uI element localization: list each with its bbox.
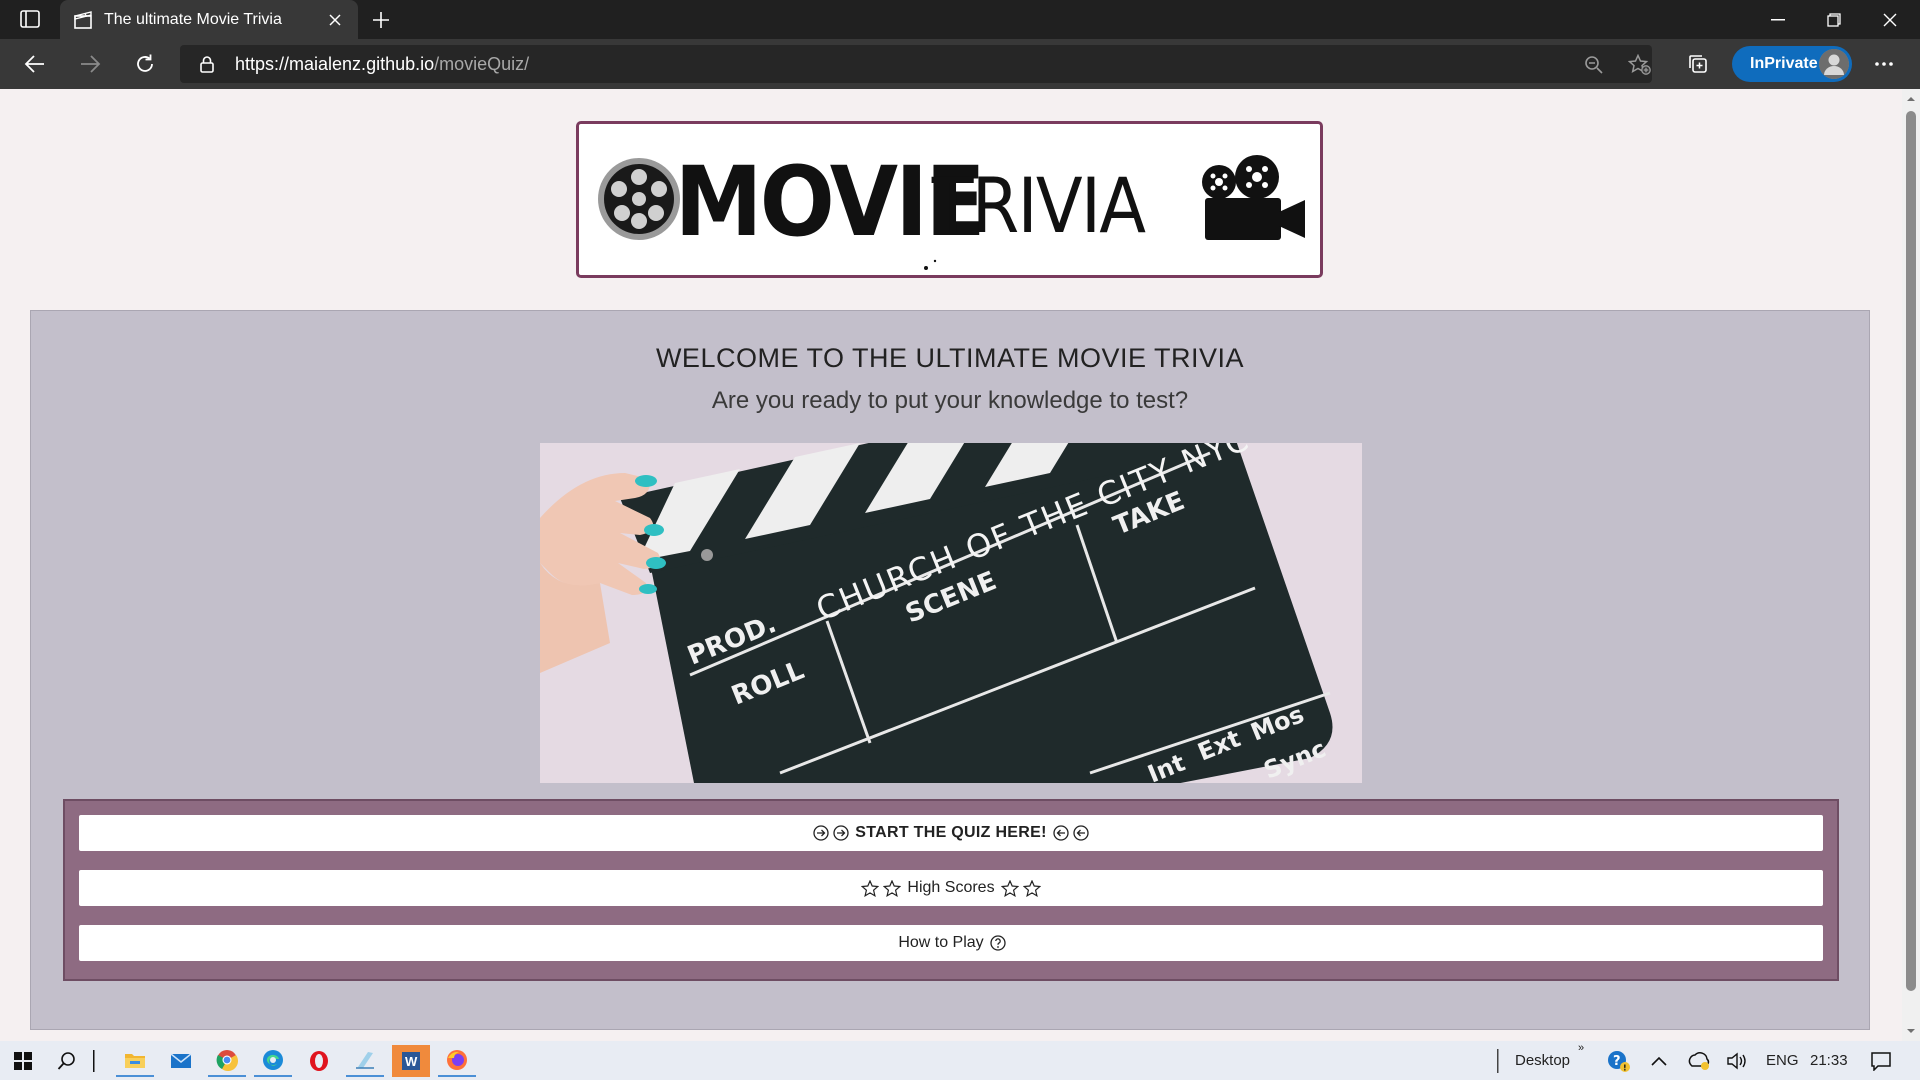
high-scores-label: High Scores (907, 879, 995, 896)
lock-icon[interactable] (198, 55, 216, 73)
refresh-icon[interactable] (130, 49, 160, 79)
desktop-toolbar-label[interactable]: Desktop (1515, 1052, 1570, 1069)
browser-toolbar: https://maialenz.github.io/movieQuiz/ In… (0, 39, 1920, 89)
chrome-icon[interactable] (208, 1045, 246, 1077)
inprivate-button[interactable]: InPrivate (1732, 46, 1852, 82)
mail-icon[interactable] (162, 1045, 200, 1077)
menu-button-panel: START THE QUIZ HERE! High Scores How to … (63, 799, 1839, 981)
star-outline-icon (883, 879, 902, 897)
edge-icon[interactable] (254, 1045, 292, 1077)
url-host: https://maialenz.github.io (235, 54, 435, 74)
windows-taskbar: W Desktop » ?! ENG 21:33 (0, 1041, 1920, 1080)
start-quiz-label: START THE QUIZ HERE! (855, 824, 1047, 841)
arrow-circle-left-icon (1073, 825, 1089, 841)
welcome-card: WELCOME TO THE ULTIMATE MOVIE TRIVIA Are… (30, 310, 1870, 1030)
question-circle-icon (990, 935, 1006, 951)
page-viewport: MOVIE TRIVIA WELCOME TO THE ULTIMATE MOV… (0, 89, 1902, 1041)
show-hidden-icons-chevron-icon[interactable] (1640, 1045, 1678, 1077)
svg-text:?: ? (1613, 1054, 1621, 1069)
toolbar-divider (1494, 1045, 1502, 1077)
welcome-subtitle: Are you ready to put your knowledge to t… (711, 387, 1189, 414)
restore-icon[interactable] (1806, 0, 1862, 39)
film-reel-icon (598, 158, 680, 240)
notifications-icon[interactable] (1862, 1045, 1900, 1077)
zoom-out-icon[interactable] (1582, 53, 1606, 77)
tab-title: The ultimate Movie Trivia (104, 10, 282, 28)
movie-camera-icon (1202, 155, 1305, 240)
star-outline-icon (1000, 879, 1019, 897)
minimize-icon[interactable] (1750, 0, 1806, 39)
close-tab-icon[interactable] (324, 9, 346, 31)
inprivate-label: InPrivate (1750, 55, 1818, 72)
url-path: /movieQuiz/ (434, 54, 530, 74)
profile-avatar-icon (1819, 49, 1849, 79)
url-text[interactable]: https://maialenz.github.io/movieQuiz/ (235, 54, 529, 75)
arrow-circle-right-icon (833, 825, 849, 841)
collections-icon[interactable] (1683, 49, 1713, 79)
page-scrollbar[interactable] (1902, 89, 1920, 1041)
task-view-icon[interactable] (88, 1045, 100, 1077)
browser-titlebar: The ultimate Movie Trivia (0, 0, 1920, 39)
clapperboard-image: PROD. ROLL SCENE TAKE CHURCH OF THE CITY… (540, 443, 1362, 783)
add-favorite-star-icon[interactable] (1628, 53, 1652, 77)
start-quiz-button[interactable]: START THE QUIZ HERE! (78, 814, 1824, 852)
notepad-app-icon[interactable] (346, 1045, 384, 1077)
scroll-thumb[interactable] (1906, 111, 1916, 991)
star-outline-icon (861, 879, 880, 897)
windows-start-icon[interactable] (4, 1045, 42, 1077)
file-explorer-icon[interactable] (116, 1045, 154, 1077)
browser-tab[interactable]: The ultimate Movie Trivia (60, 0, 358, 39)
arrow-circle-right-icon (813, 825, 829, 841)
search-icon[interactable] (48, 1045, 86, 1077)
scroll-up-arrow-icon[interactable] (1906, 94, 1916, 104)
arrow-circle-left-icon (1053, 825, 1069, 841)
clapperboard-favicon-icon (72, 9, 94, 31)
how-to-play-label: How to Play (898, 934, 984, 951)
clock-time[interactable]: 21:33 (1810, 1052, 1848, 1069)
svg-text:!: ! (1623, 1064, 1627, 1073)
address-bar[interactable]: https://maialenz.github.io/movieQuiz/ (180, 45, 1652, 83)
toolbar-expand-chevron-icon[interactable]: » (1578, 1042, 1584, 1054)
star-outline-icon (1022, 879, 1041, 897)
tab-actions-icon[interactable] (16, 8, 44, 30)
forward-arrow-icon[interactable] (75, 49, 105, 79)
opera-icon[interactable] (300, 1045, 338, 1077)
welcome-heading: WELCOME TO THE ULTIMATE MOVIE TRIVIA (655, 343, 1245, 373)
new-tab-icon[interactable] (368, 7, 394, 33)
help-badge-icon[interactable]: ?! (1600, 1045, 1638, 1077)
word-icon[interactable]: W (392, 1045, 430, 1077)
close-window-icon[interactable] (1862, 0, 1918, 39)
more-options-icon[interactable] (1868, 49, 1900, 79)
movie-trivia-logo: MOVIE TRIVIA (576, 121, 1323, 278)
how-to-play-button[interactable]: How to Play (78, 924, 1824, 962)
scroll-down-arrow-icon[interactable] (1906, 1026, 1916, 1036)
firefox-icon[interactable] (438, 1045, 476, 1077)
logo-trivia-text: TRIVIA (931, 163, 1146, 251)
back-arrow-icon[interactable] (20, 49, 50, 79)
high-scores-button[interactable]: High Scores (78, 869, 1824, 907)
network-icon[interactable] (1680, 1045, 1718, 1077)
language-indicator[interactable]: ENG (1766, 1052, 1799, 1069)
svg-text:W: W (405, 1054, 418, 1069)
volume-icon[interactable] (1718, 1045, 1756, 1077)
